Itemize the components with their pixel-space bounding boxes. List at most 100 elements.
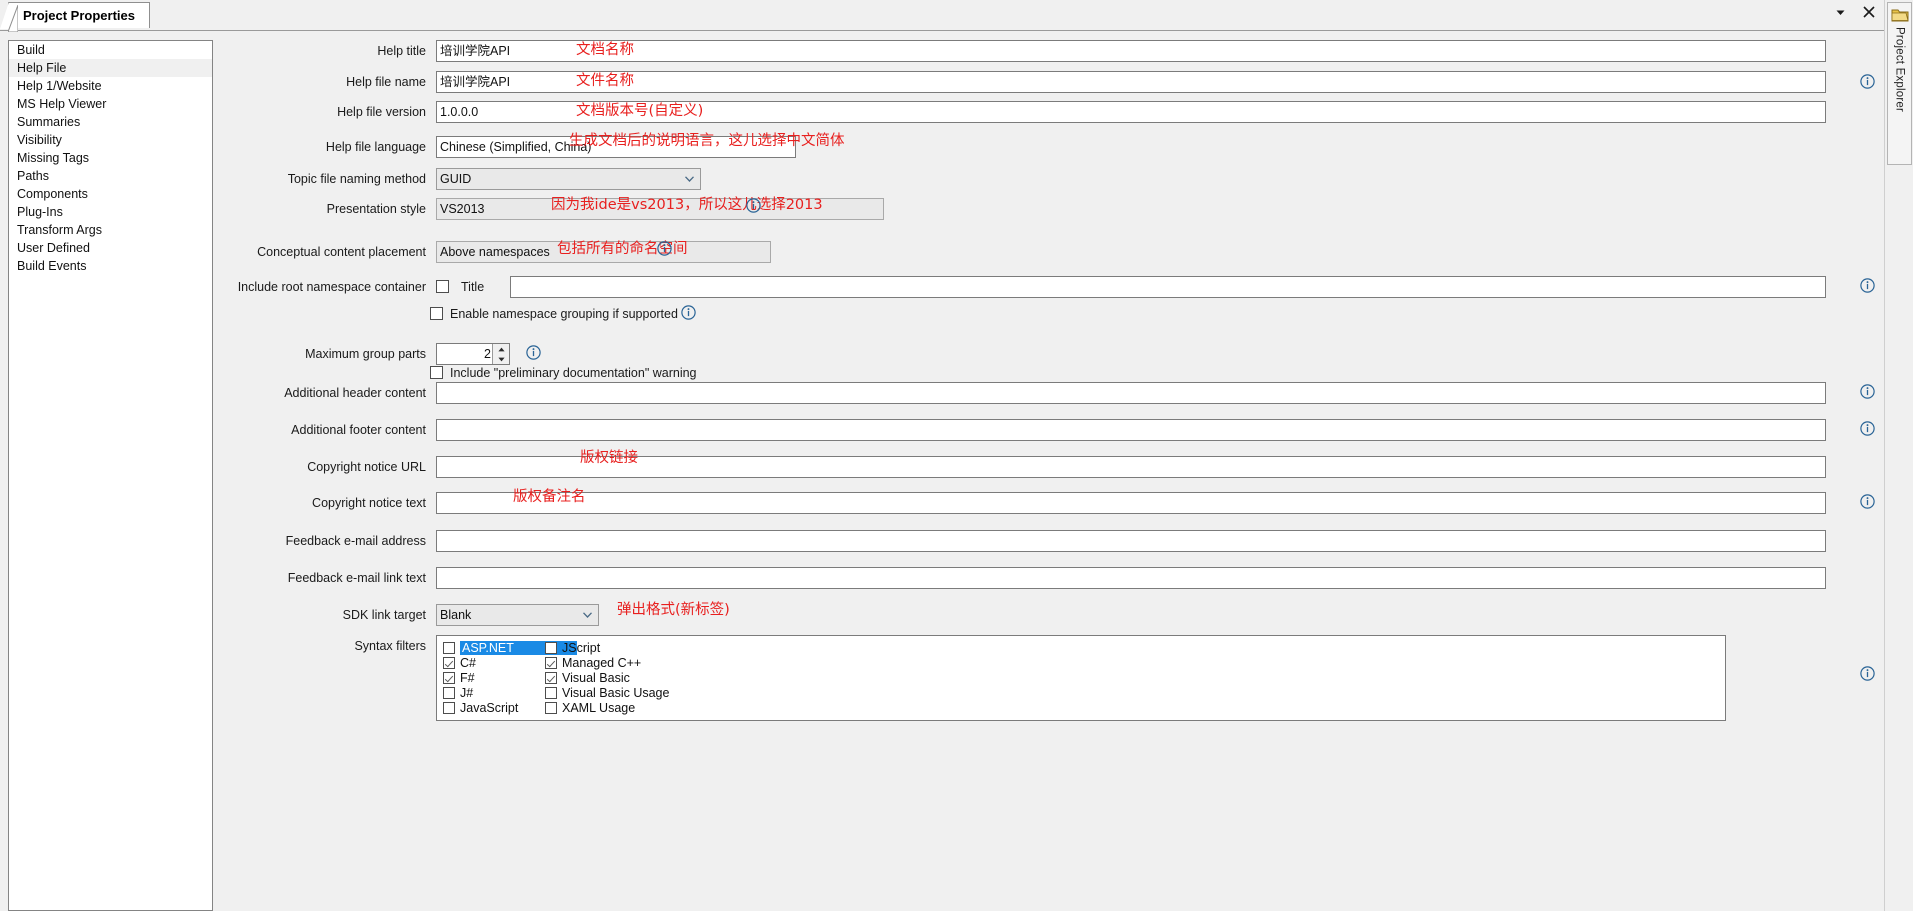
sidebar-item-label: Missing Tags bbox=[17, 151, 90, 165]
syntax-filter-checkbox[interactable] bbox=[443, 686, 455, 699]
label-help-title: Help title bbox=[377, 44, 426, 58]
sidebar-item-label: Summaries bbox=[17, 115, 81, 129]
label-syntax-filters: Syntax filters bbox=[354, 639, 426, 653]
syntax-filter-checkbox[interactable] bbox=[443, 641, 455, 654]
help-file-properties-form: Help title 培训学院API 文档名称 Help file name 培… bbox=[213, 30, 1885, 911]
sdk-link-target-select[interactable]: Blank bbox=[436, 604, 599, 626]
info-icon-additional-footer-content[interactable] bbox=[1860, 421, 1875, 436]
syntax-filter-item[interactable]: Managed C++ bbox=[545, 655, 745, 670]
label-presentation-style: Presentation style bbox=[326, 202, 426, 216]
rail-tab-project-explorer[interactable]: Project Explorer bbox=[1887, 2, 1912, 165]
sidebar-item-user-defined[interactable]: User Defined bbox=[9, 239, 212, 257]
info-icon-syntax-filters[interactable] bbox=[1860, 666, 1875, 681]
help-file-language-input[interactable]: Chinese (Simplified, China) bbox=[436, 136, 796, 158]
tab-slant-decoration bbox=[8, 5, 18, 32]
info-icon-title[interactable] bbox=[1860, 278, 1875, 293]
label-topic-file-naming-method: Topic file naming method bbox=[287, 172, 426, 186]
label-conceptual-content-placement: Conceptual content placement bbox=[257, 245, 426, 259]
copyright-notice-text-input[interactable] bbox=[436, 492, 1826, 514]
sidebar-item-missing-tags[interactable]: Missing Tags bbox=[9, 149, 212, 167]
sidebar-item-build[interactable]: Build bbox=[9, 41, 212, 59]
feedback-email-link-text-input[interactable] bbox=[436, 567, 1826, 589]
info-icon-copyright-notice-text[interactable] bbox=[1860, 494, 1875, 509]
syntax-filter-label: Visual Basic bbox=[562, 670, 630, 685]
label-enable-namespace-grouping: Enable namespace grouping if supported bbox=[450, 307, 678, 321]
syntax-filter-checkbox[interactable] bbox=[545, 671, 557, 684]
syntax-filter-label: F# bbox=[460, 670, 475, 685]
copyright-notice-url-input[interactable] bbox=[436, 456, 1826, 478]
label-sdk-link-target: SDK link target bbox=[342, 608, 426, 622]
sidebar-item-visibility[interactable]: Visibility bbox=[9, 131, 212, 149]
chevron-down-icon[interactable] bbox=[1832, 4, 1848, 20]
include-root-namespace-container-checkbox[interactable] bbox=[436, 280, 449, 293]
syntax-filters-right-column: JScript Managed C++ Visual Basic Visual Bas… bbox=[545, 640, 745, 715]
category-list[interactable]: Build Help File Help 1/Website MS Help View… bbox=[8, 40, 213, 911]
label-maximum-group-parts: Maximum group parts bbox=[305, 347, 426, 361]
label-copyright-notice-url: Copyright notice URL bbox=[307, 460, 426, 474]
syntax-filter-checkbox[interactable] bbox=[545, 641, 557, 654]
topic-file-naming-method-select[interactable]: GUID bbox=[436, 168, 701, 190]
tab-label: Project Properties bbox=[23, 8, 135, 23]
sidebar-item-label: Paths bbox=[17, 169, 49, 183]
maximum-group-parts-stepper[interactable]: 2 bbox=[436, 343, 510, 365]
label-help-file-name: Help file name bbox=[346, 75, 426, 89]
sidebar-item-transform-args[interactable]: Transform Args bbox=[9, 221, 212, 239]
sidebar-item-summaries[interactable]: Summaries bbox=[9, 113, 212, 131]
label-help-file-version: Help file version bbox=[337, 105, 426, 119]
window-controls bbox=[1832, 4, 1877, 20]
maximum-group-parts-value: 2 bbox=[484, 347, 491, 361]
info-icon-enable-namespace-grouping[interactable] bbox=[681, 305, 696, 320]
info-icon-maximum-group-parts[interactable] bbox=[526, 345, 541, 360]
presentation-style-select[interactable]: VS2013 bbox=[436, 198, 884, 220]
help-title-input[interactable]: 培训学院API bbox=[436, 40, 1826, 62]
tab-project-properties[interactable]: Project Properties bbox=[0, 2, 150, 32]
syntax-filter-label: XAML Usage bbox=[562, 700, 636, 715]
folder-icon bbox=[1891, 9, 1909, 22]
additional-footer-content-input[interactable] bbox=[436, 419, 1826, 441]
label-include-preliminary-warning: Include "preliminary documentation" warn… bbox=[450, 366, 697, 380]
info-icon-help-file-name[interactable] bbox=[1860, 74, 1875, 89]
syntax-filter-label: JavaScript bbox=[460, 700, 519, 715]
sidebar-item-ms-help-viewer[interactable]: MS Help Viewer bbox=[9, 95, 212, 113]
syntax-filter-checkbox[interactable] bbox=[443, 701, 455, 714]
enable-namespace-grouping-checkbox[interactable] bbox=[430, 307, 443, 320]
syntax-filter-item[interactable]: XAML Usage bbox=[545, 700, 745, 715]
help-file-version-input[interactable]: 1.0.0.0 bbox=[436, 101, 1826, 123]
sidebar-item-label: Plug-Ins bbox=[17, 205, 63, 219]
presentation-style-value: VS2013 bbox=[440, 202, 485, 216]
syntax-filter-item[interactable]: Visual Basic bbox=[545, 670, 745, 685]
close-icon[interactable] bbox=[1861, 4, 1877, 20]
additional-header-content-input[interactable] bbox=[436, 382, 1826, 404]
sidebar-item-help-file[interactable]: Help File bbox=[9, 59, 212, 77]
label-feedback-email-link-text: Feedback e-mail link text bbox=[287, 571, 426, 585]
rail-tab-label: Project Explorer bbox=[1893, 27, 1906, 113]
syntax-filter-checkbox[interactable] bbox=[545, 686, 557, 699]
stepper-down-icon[interactable] bbox=[493, 354, 509, 364]
include-preliminary-warning-checkbox[interactable] bbox=[430, 366, 443, 379]
sidebar-item-paths[interactable]: Paths bbox=[9, 167, 212, 185]
syntax-filter-item[interactable]: JScript bbox=[545, 640, 745, 655]
stepper-buttons[interactable] bbox=[492, 344, 509, 364]
sidebar-item-build-events[interactable]: Build Events bbox=[9, 257, 212, 275]
syntax-filter-item[interactable]: Visual Basic Usage bbox=[545, 685, 745, 700]
topic-file-naming-method-value: GUID bbox=[440, 172, 472, 186]
info-icon-additional-header-content[interactable] bbox=[1860, 384, 1875, 399]
info-icon-presentation-style[interactable] bbox=[746, 198, 761, 213]
syntax-filter-checkbox[interactable] bbox=[443, 671, 455, 684]
sidebar-item-help-1-website[interactable]: Help 1/Website bbox=[9, 77, 212, 95]
sidebar-item-components[interactable]: Components bbox=[9, 185, 212, 203]
syntax-filter-checkbox[interactable] bbox=[545, 656, 557, 669]
syntax-filters-list[interactable]: ASP.NET C# F# J# JavaScript JScript Managed C… bbox=[436, 635, 1726, 721]
syntax-filter-checkbox[interactable] bbox=[443, 656, 455, 669]
syntax-filter-checkbox[interactable] bbox=[545, 701, 557, 714]
help-file-name-input[interactable]: 培训学院API bbox=[436, 71, 1826, 93]
sidebar-item-plug-ins[interactable]: Plug-Ins bbox=[9, 203, 212, 221]
info-icon-conceptual-content-placement[interactable] bbox=[657, 241, 672, 256]
label-copyright-notice-text: Copyright notice text bbox=[312, 496, 426, 510]
title-input[interactable] bbox=[510, 276, 1826, 298]
stepper-up-icon[interactable] bbox=[493, 344, 509, 354]
conceptual-content-placement-select[interactable]: Above namespaces bbox=[436, 241, 771, 263]
label-help-file-language: Help file language bbox=[325, 140, 426, 154]
feedback-email-address-input[interactable] bbox=[436, 530, 1826, 552]
syntax-filter-label: JScript bbox=[562, 640, 601, 655]
